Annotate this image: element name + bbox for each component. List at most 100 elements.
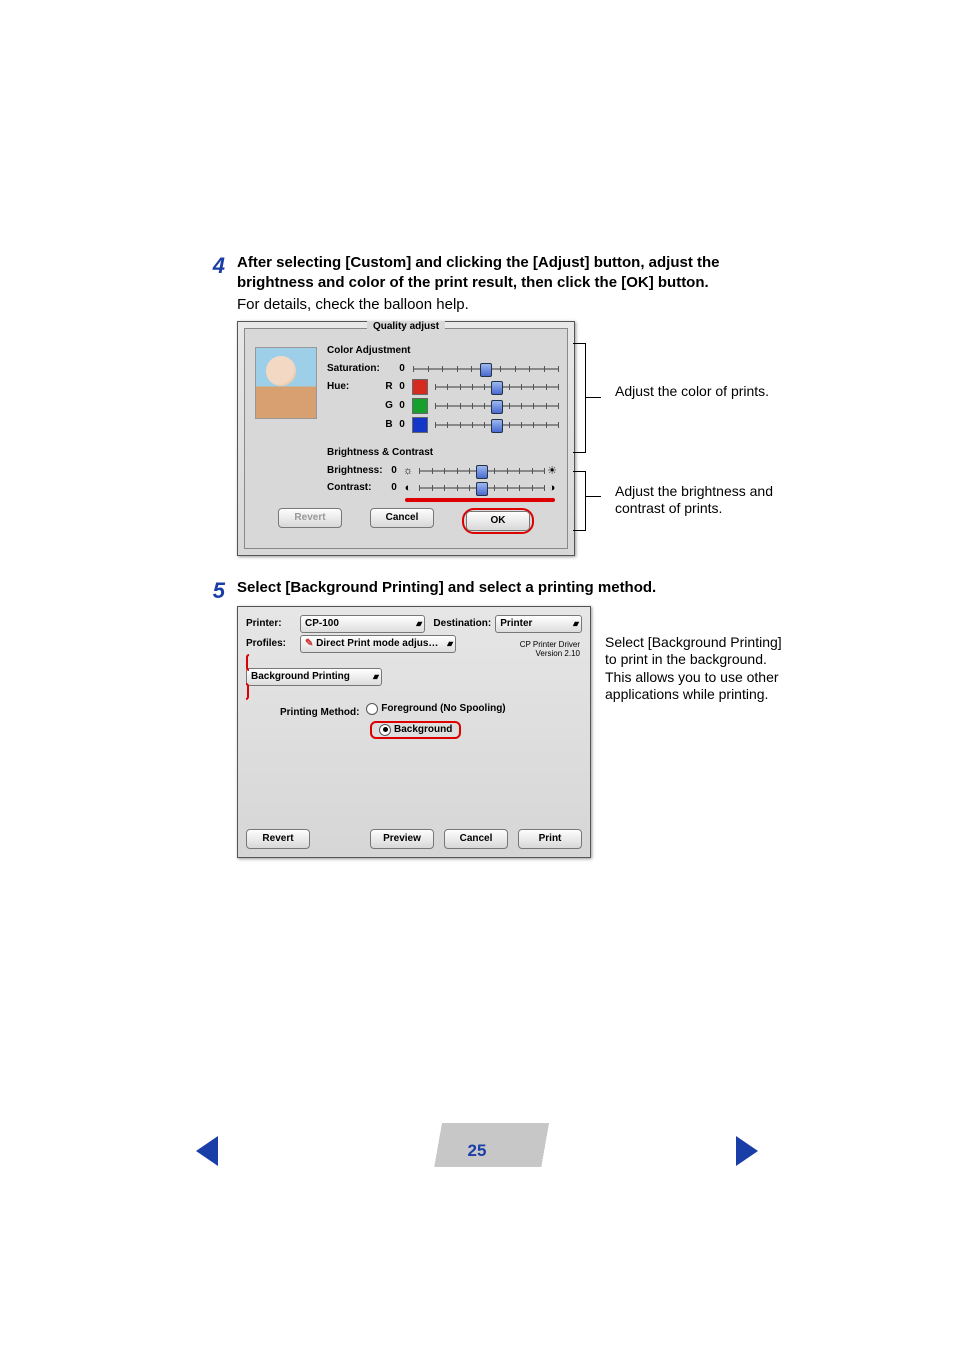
hue-b-slider[interactable] [435, 418, 559, 432]
step-4-subtext: For details, check the balloon help. [237, 296, 770, 313]
hue-label: Hue: [327, 381, 383, 392]
chevron-updown-icon: ▴▾ [373, 673, 377, 681]
next-page-icon[interactable] [736, 1136, 758, 1166]
page-number: 25 [468, 1141, 487, 1161]
background-highlight: Background [370, 721, 461, 739]
background-radio[interactable]: Background [377, 724, 458, 736]
printing-method-row: Printing Method: Foreground (No Spooling… [280, 703, 582, 718]
saturation-label: Saturation: [327, 363, 383, 374]
color-adjustment-heading: Color Adjustment [327, 345, 559, 356]
section-value: Background Printing [251, 671, 350, 682]
red-swatch [412, 379, 428, 395]
preview-button[interactable]: Preview [370, 829, 434, 849]
step-5-number: 5 [195, 578, 237, 604]
sun-large-icon: ☀ [545, 464, 559, 477]
chevron-updown-icon: ▴▾ [416, 620, 420, 628]
step-4-number: 4 [195, 253, 237, 279]
section-highlight: Background Printing ▴▾ [246, 654, 582, 700]
slider-knob[interactable] [491, 400, 503, 414]
step-5: 5 Select [Background Printing] and selec… [195, 578, 770, 858]
destination-label: Destination: [429, 618, 491, 629]
revert-button[interactable]: Revert [278, 508, 342, 528]
contrast-slider[interactable] [419, 481, 545, 495]
hue-r-value: 0 [395, 381, 409, 392]
brightness-label: Brightness: [327, 465, 387, 476]
slider-knob[interactable] [476, 482, 488, 496]
brightness-slider[interactable] [419, 464, 545, 478]
step-4-body: After selecting [Custom] and clicking th… [237, 253, 770, 556]
saturation-row: Saturation: 0 [327, 362, 559, 376]
channel-b: B [383, 419, 395, 430]
destination-value: Printer [500, 618, 532, 629]
background-radio-label: Background [394, 724, 452, 735]
brightness-value: 0 [387, 465, 401, 476]
brightness-row: Brightness: 0 ☼ ☀ [327, 464, 559, 478]
contrast-low-icon: ◐ [401, 482, 415, 494]
printer-row: Printer: CP-100 ▴▾ Destination: Printer … [246, 615, 582, 633]
printer-value: CP-100 [305, 618, 339, 629]
brightness-contrast-heading: Brightness & Contrast [327, 447, 559, 458]
foreground-radio-label: Foreground (No Spooling) [381, 703, 505, 714]
contrast-row: Contrast: 0 ◐ ◑ [327, 481, 559, 495]
callout-background: Select [Background Printing] to print in… [591, 634, 795, 704]
driver-version: Version 2.10 [520, 650, 580, 659]
destination-dropdown[interactable]: Printer ▴▾ [495, 615, 582, 633]
print-dialog-panel: Printer: CP-100 ▴▾ Destination: Printer … [237, 606, 591, 858]
bc-rows: Brightness: 0 ☼ ☀ Contrast: [327, 464, 559, 502]
saturation-value: 0 [395, 363, 409, 374]
printer-dropdown[interactable]: CP-100 ▴▾ [300, 615, 425, 633]
printer-label: Printer: [246, 618, 296, 629]
channel-g: G [383, 400, 395, 411]
step-5-title: Select [Background Printing] and select … [237, 578, 795, 598]
ok-button[interactable]: OK [466, 511, 530, 531]
hue-b-row: B 0 [327, 417, 559, 433]
color-rows: Saturation: 0 [327, 362, 559, 433]
profiles-label: Profiles: [246, 638, 296, 649]
profiles-dropdown[interactable]: ✎ Direct Print mode adjus… ▴▾ [300, 635, 456, 653]
dialog-button-row: Revert Preview Cancel Print [246, 829, 582, 849]
slider-knob[interactable] [491, 381, 503, 395]
chevron-updown-icon: ▴▾ [447, 640, 451, 648]
callout-bright: Adjust the brightness and contrast of pr… [601, 483, 805, 518]
section-row: Background Printing ▴▾ [246, 657, 582, 697]
contrast-value: 0 [387, 482, 401, 493]
ok-highlight: OK [462, 508, 534, 534]
slider-knob[interactable] [491, 419, 503, 433]
figure-2-row: Printer: CP-100 ▴▾ Destination: Printer … [237, 606, 795, 858]
panel-button-row: Revert Cancel OK [253, 508, 559, 534]
chevron-updown-icon: ▴▾ [573, 620, 577, 628]
revert-button[interactable]: Revert [246, 829, 310, 849]
driver-info: CP Printer Driver Version 2.10 [520, 641, 580, 659]
content-area: 4 After selecting [Custom] and clicking … [195, 253, 770, 858]
hue-r-row: Hue: R 0 [327, 379, 559, 395]
foreground-radio[interactable]: Foreground (No Spooling) [366, 703, 505, 715]
cancel-button[interactable]: Cancel [444, 829, 508, 849]
quality-adjust-fieldset: Quality adjust Color Adjustment Saturati… [244, 328, 568, 549]
footer-decoration [401, 1123, 621, 1167]
slider-knob[interactable] [480, 363, 492, 377]
leader-color [585, 397, 601, 398]
blue-swatch [412, 417, 428, 433]
profiles-value: ✎ Direct Print mode adjus… [305, 638, 438, 649]
page-footer: 25 [0, 1141, 954, 1161]
cancel-button[interactable]: Cancel [370, 508, 434, 528]
step-4: 4 After selecting [Custom] and clicking … [195, 253, 770, 556]
section-dropdown[interactable]: Background Printing ▴▾ [246, 668, 382, 686]
hue-g-slider[interactable] [435, 399, 559, 413]
hue-g-value: 0 [395, 400, 409, 411]
hue-g-row: G 0 [327, 398, 559, 414]
prev-page-icon[interactable] [196, 1136, 218, 1166]
print-button[interactable]: Print [518, 829, 582, 849]
bracket-color [573, 343, 586, 453]
green-swatch [412, 398, 428, 414]
hue-r-slider[interactable] [435, 380, 559, 394]
radio-icon [366, 703, 378, 715]
printing-method-label: Printing Method: [280, 707, 359, 718]
contrast-high-icon: ◑ [545, 482, 559, 494]
radio-selected-icon [379, 724, 391, 736]
channel-r: R [383, 381, 395, 392]
step-4-title: After selecting [Custom] and clicking th… [237, 253, 770, 294]
saturation-slider[interactable] [413, 362, 559, 376]
hue-b-value: 0 [395, 419, 409, 430]
slider-knob[interactable] [476, 465, 488, 479]
